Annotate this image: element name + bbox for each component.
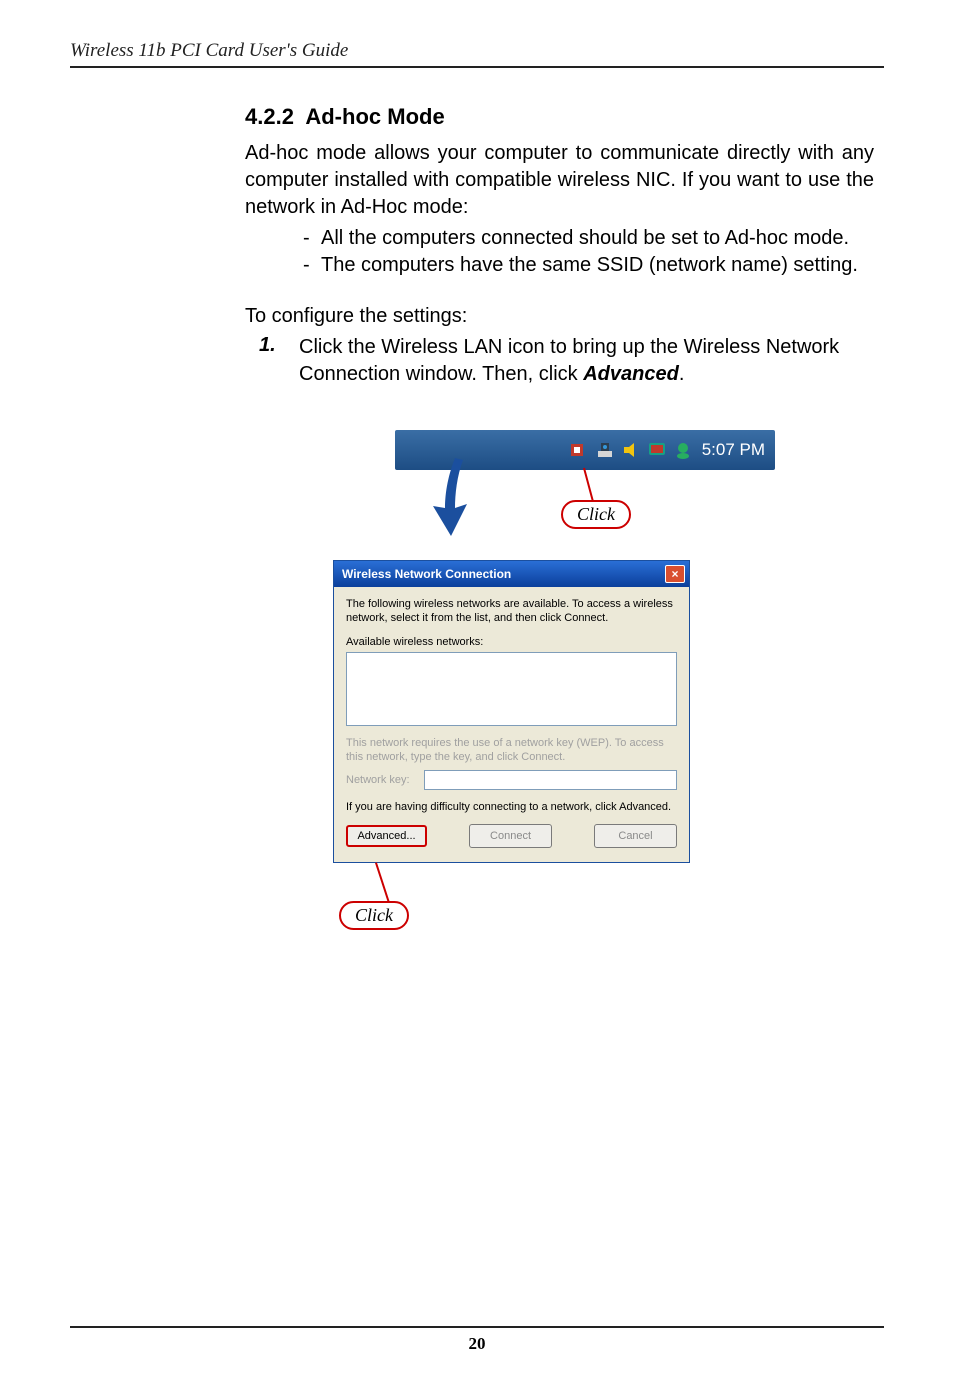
step-keyword: Advanced xyxy=(583,363,679,385)
close-icon[interactable]: × xyxy=(665,565,685,583)
list-item: - The computers have the same SSID (netw… xyxy=(303,252,874,279)
section-heading: 4.2.2 Ad-hoc Mode xyxy=(245,104,874,130)
bullet-text: The computers have the same SSID (networ… xyxy=(321,252,874,279)
lan-icon[interactable] xyxy=(595,440,615,460)
footer-rule xyxy=(70,1326,884,1328)
bullet-list: - All the computers connected should be … xyxy=(303,225,874,279)
step-1: 1. Click the Wireless LAN icon to bring … xyxy=(245,334,874,388)
figure-block: 5:07 PM Click Wireless Network Connectio… xyxy=(325,430,874,943)
footer: 20 xyxy=(70,1326,884,1354)
difficulty-text: If you are having difficulty connecting … xyxy=(346,800,677,814)
tray-time: 5:07 PM xyxy=(702,440,765,460)
step-text-post: . xyxy=(679,363,685,385)
header-rule xyxy=(70,66,884,68)
configure-lead: To configure the settings: xyxy=(245,303,874,330)
step-text-pre: Click the Wireless LAN icon to bring up … xyxy=(299,336,839,385)
dialog-prompt: The following wireless networks are avai… xyxy=(346,597,677,626)
running-head: Wireless 11b PCI Card User's Guide xyxy=(70,40,884,62)
dialog-titlebar: Wireless Network Connection × xyxy=(334,561,689,587)
cancel-button[interactable]: Cancel xyxy=(594,824,677,848)
dialog-title: Wireless Network Connection xyxy=(342,567,665,581)
volume-icon[interactable] xyxy=(621,440,641,460)
display-icon[interactable] xyxy=(647,440,667,460)
network-key-label: Network key: xyxy=(346,774,424,786)
arrow-annotation: Click xyxy=(325,470,874,560)
section-number: 4.2.2 xyxy=(245,104,294,129)
network-key-input[interactable] xyxy=(424,770,677,790)
step-body: Click the Wireless LAN icon to bring up … xyxy=(299,334,874,388)
bullet-text: All the computers connected should be se… xyxy=(321,225,874,252)
wireless-dialog: Wireless Network Connection × The follow… xyxy=(333,560,690,863)
down-arrow-icon xyxy=(425,458,473,538)
advanced-button[interactable]: Advanced... xyxy=(346,825,427,847)
page-number: 20 xyxy=(70,1334,884,1354)
networks-listbox[interactable] xyxy=(346,652,677,726)
callout-line xyxy=(583,468,594,501)
section-title: Ad-hoc Mode xyxy=(305,104,444,129)
available-label: Available wireless networks: xyxy=(346,636,677,648)
intro-paragraph: Ad-hoc mode allows your computer to comm… xyxy=(245,140,874,221)
wep-note: This network requires the use of a netwo… xyxy=(346,736,677,765)
connect-button[interactable]: Connect xyxy=(469,824,552,848)
click-callout: Click xyxy=(339,901,409,930)
msn-icon[interactable] xyxy=(673,440,693,460)
audio-icon[interactable] xyxy=(569,440,589,460)
advanced-annotation: Click xyxy=(325,863,874,943)
step-number: 1. xyxy=(245,334,299,388)
list-item: - All the computers connected should be … xyxy=(303,225,874,252)
click-callout: Click xyxy=(561,500,631,529)
